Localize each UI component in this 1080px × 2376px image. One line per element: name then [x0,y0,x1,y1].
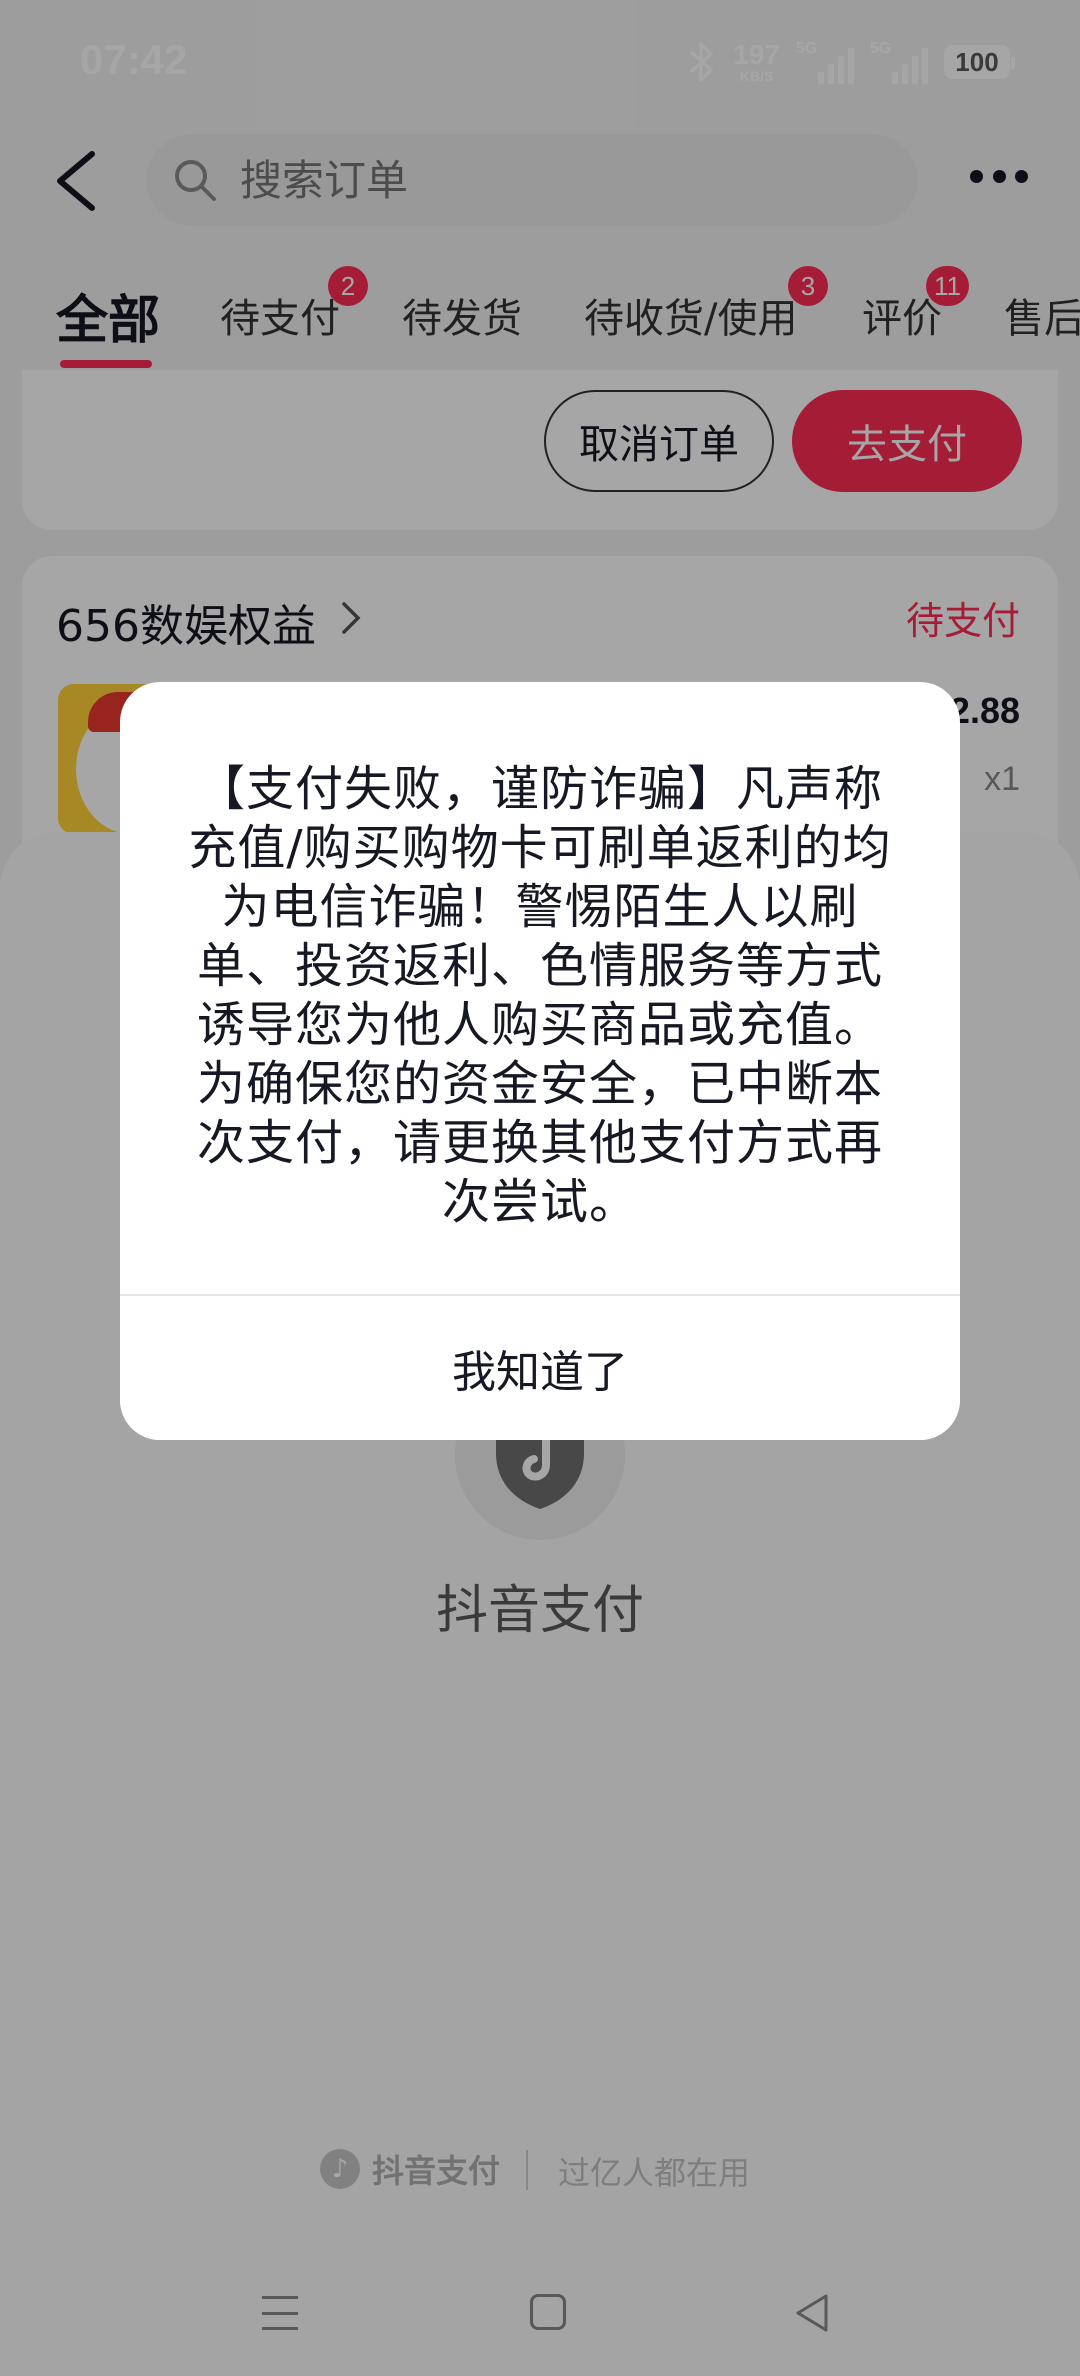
fraud-warning-dialog: 【支付失败，谨防诈骗】凡声称充值/购买购物卡可刷单返利的均为电信诈骗！警惕陌生人… [120,682,960,1440]
dialog-message: 【支付失败，谨防诈骗】凡声称充值/购买购物卡可刷单返利的均为电信诈骗！警惕陌生人… [188,761,892,1230]
acknowledge-button[interactable]: 我知道了 [120,1296,960,1440]
